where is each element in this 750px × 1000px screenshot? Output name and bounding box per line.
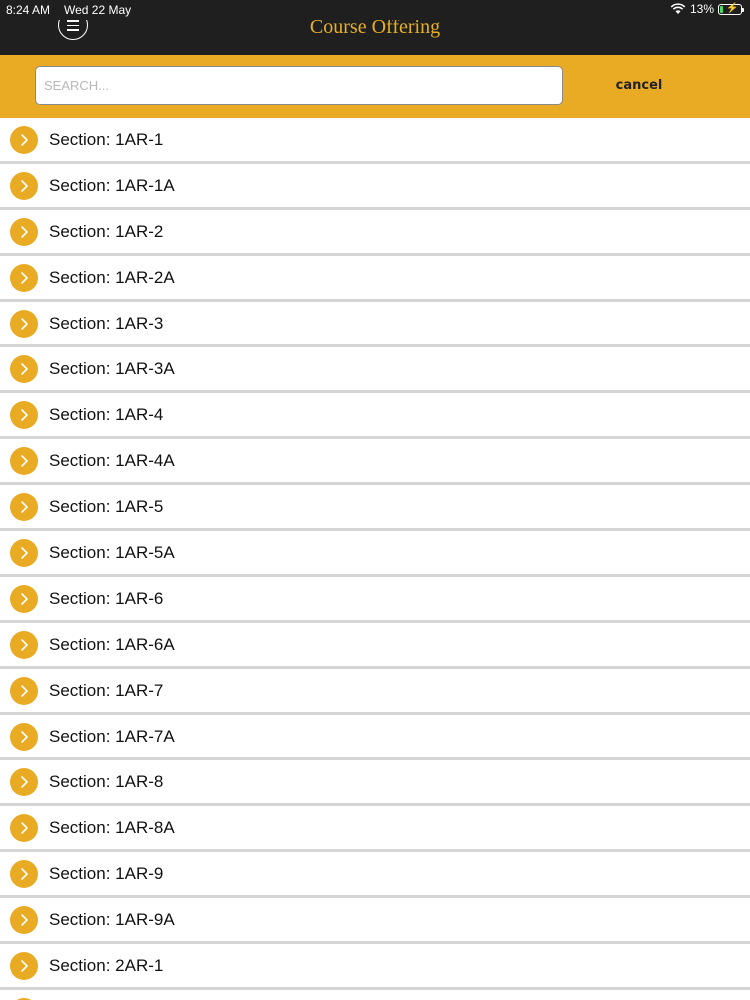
wifi-icon	[670, 3, 686, 14]
chevron-right-icon	[10, 401, 38, 430]
chevron-right-icon	[10, 539, 38, 568]
chevron-right-icon	[10, 493, 38, 522]
list-item[interactable]: Section: 1AR-7A	[0, 714, 750, 761]
list-item[interactable]: Section: 1AR-1	[0, 118, 750, 164]
list-item[interactable]: Section: 1AR-4	[0, 393, 750, 440]
chevron-right-icon	[10, 768, 38, 797]
chevron-right-icon	[10, 584, 38, 613]
chevron-right-icon	[10, 447, 38, 476]
list-item-label: Section: 2AR-1	[49, 956, 164, 976]
list-item-label: Section: 1AR-7A	[49, 726, 175, 746]
search-bar: cancel	[0, 55, 750, 118]
list-item-label: Section: 1AR-8	[49, 772, 164, 792]
list-item-label: Section: 1AR-2A	[49, 267, 175, 287]
list-item[interactable]: Section: 1AR-5A	[0, 531, 750, 577]
list-item[interactable]: Section: 1AR-6	[0, 576, 750, 623]
chevron-right-icon	[10, 630, 38, 659]
list-item[interactable]: Section: 2AR-1	[0, 944, 750, 990]
chevron-right-glyph	[21, 180, 28, 192]
search-input[interactable]	[35, 66, 563, 105]
list-item-label: Section: 1AR-3A	[49, 359, 175, 379]
list-item-label: Section: 1AR-6	[49, 588, 164, 608]
list-item-label: Section: 1AR-8A	[49, 818, 175, 838]
status-indicators: 13% ⚡	[670, 2, 744, 16]
list-item[interactable]: Section: 1AR-6A	[0, 622, 750, 669]
chevron-right-glyph	[21, 455, 28, 468]
list-item[interactable]	[0, 989, 750, 1000]
chevron-right-glyph	[21, 363, 28, 376]
list-item[interactable]: Section: 1AR-9A	[0, 898, 750, 945]
chevron-right-glyph	[21, 684, 28, 697]
chevron-right-glyph	[21, 868, 28, 881]
chevron-right-icon	[10, 906, 38, 935]
section-list: Section: 1AR-1 Section: 1AR-1A Section: …	[0, 118, 750, 1000]
list-item-label: Section: 1AR-9A	[49, 910, 175, 930]
cancel-button[interactable]: cancel	[600, 78, 678, 93]
chevron-right-glyph	[21, 914, 28, 926]
list-item-label: Section: 1AR-5A	[49, 543, 175, 563]
chevron-right-icon	[10, 263, 38, 292]
list-item-label: Section: 1AR-3	[49, 313, 164, 333]
chevron-right-icon	[10, 722, 38, 751]
status-time: 8:24 AM	[6, 3, 51, 17]
chevron-right-glyph	[21, 638, 28, 651]
list-item[interactable]: Section: 1AR-8	[0, 760, 750, 807]
chevron-right-glyph	[21, 776, 28, 789]
chevron-right-icon	[10, 309, 38, 338]
chevron-right-glyph	[21, 730, 28, 743]
chevron-right-glyph	[21, 271, 28, 284]
status-bar: 8:24 AM Wed 22 May 13% ⚡	[0, 0, 750, 20]
chevron-right-icon	[10, 676, 38, 705]
chevron-right-icon	[10, 126, 38, 154]
list-item[interactable]: Section: 1AR-9	[0, 852, 750, 899]
list-item-label: Section: 1AR-4A	[49, 451, 175, 471]
chevron-right-icon	[10, 217, 38, 246]
list-item-label: Section: 1AR-1A	[49, 175, 175, 195]
list-item-label: Section: 1AR-2	[49, 221, 164, 241]
chevron-right-icon	[10, 860, 38, 889]
chevron-right-glyph	[21, 134, 28, 146]
chevron-right-glyph	[21, 317, 28, 330]
list-item-label: Section: 1AR-1	[49, 130, 164, 149]
chevron-right-icon	[10, 814, 38, 843]
battery-icon: ⚡	[718, 2, 744, 15]
charging-bolt-icon: ⚡	[726, 2, 739, 14]
list-item-label: Section: 1AR-5	[49, 497, 164, 517]
chevron-right-icon	[10, 171, 38, 200]
battery-percent: 13%	[689, 2, 714, 16]
chevron-right-glyph	[21, 960, 28, 972]
list-item[interactable]: Section: 1AR-3	[0, 301, 750, 348]
list-item-label: Section: 1AR-9	[49, 864, 164, 884]
status-date: Wed 22 May	[64, 3, 132, 17]
list-item[interactable]: Section: 1AR-4A	[0, 439, 750, 486]
chevron-right-glyph	[21, 547, 28, 559]
chevron-right-icon	[10, 952, 38, 981]
list-item[interactable]: Section: 1AR-1A	[0, 163, 750, 210]
battery-fill	[720, 5, 723, 13]
list-item-label: Section: 1AR-4	[49, 405, 164, 425]
list-item-label: Section: 1AR-6A	[49, 634, 175, 654]
list-item[interactable]: Section: 1AR-2A	[0, 255, 750, 302]
list-item[interactable]: Section: 1AR-3A	[0, 347, 750, 394]
list-item[interactable]: Section: 1AR-2	[0, 209, 750, 256]
chevron-right-glyph	[21, 822, 28, 835]
chevron-right-glyph	[21, 501, 28, 513]
chevron-right-icon	[10, 355, 38, 384]
chevron-right-glyph	[21, 593, 28, 605]
list-item[interactable]: Section: 1AR-7	[0, 668, 750, 715]
list-item-label: Section: 1AR-7	[49, 680, 164, 700]
chevron-right-glyph	[21, 409, 28, 422]
chevron-right-glyph	[21, 225, 28, 238]
list-item[interactable]: Section: 1AR-8A	[0, 806, 750, 853]
list-item[interactable]: Section: 1AR-5	[0, 485, 750, 532]
